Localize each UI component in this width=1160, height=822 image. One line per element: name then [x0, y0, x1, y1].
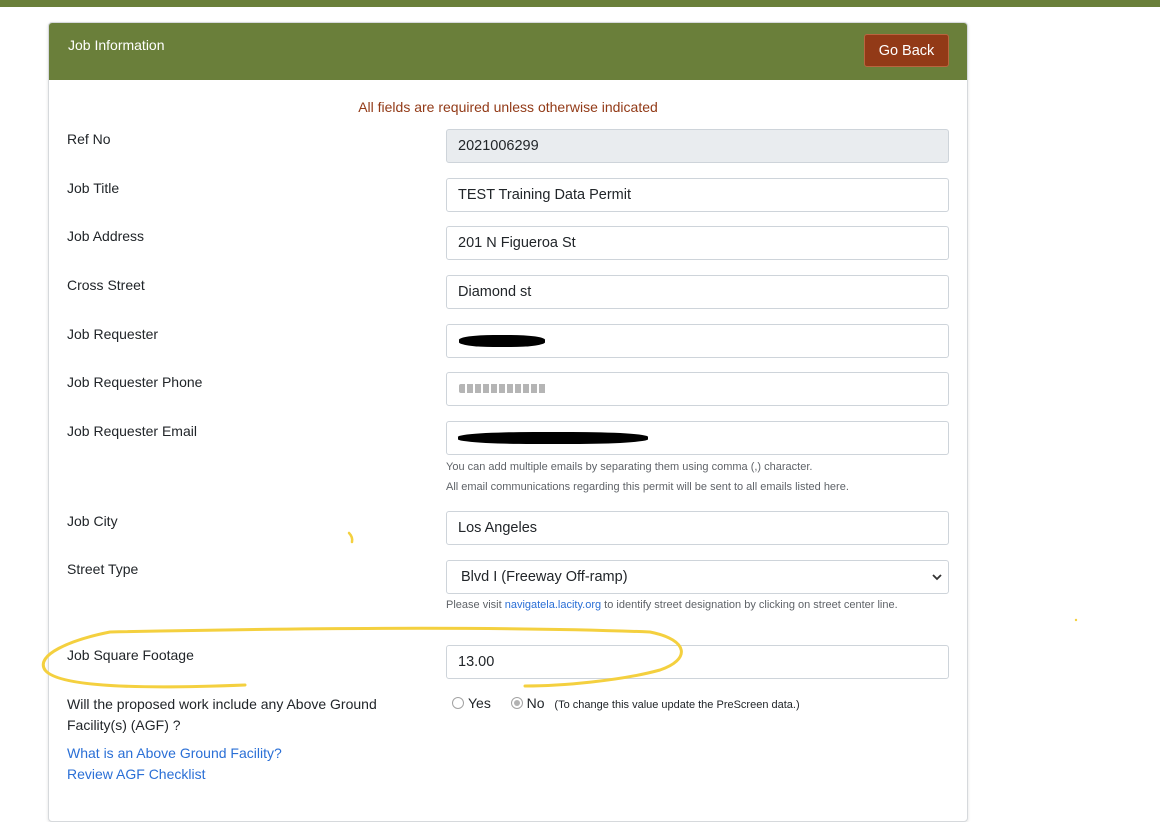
cross-street-label: Cross Street [67, 277, 145, 293]
ref-no-field [446, 129, 949, 163]
email-help-text: All email communications regarding this … [446, 481, 849, 493]
agf-note: (To change this value update the PreScre… [554, 699, 800, 711]
agf-yes-label: Yes [468, 695, 491, 711]
street-type-select[interactable]: Blvd I (Freeway Off-ramp) [446, 560, 949, 594]
job-square-footage-input[interactable] [446, 645, 949, 679]
job-city-input[interactable] [446, 511, 949, 545]
job-title-input[interactable] [446, 178, 949, 212]
agf-no-label: No [526, 695, 545, 711]
redaction-mark [458, 432, 648, 444]
agf-no-radio[interactable] [510, 697, 523, 710]
card-header: Job Information Go Back [49, 23, 967, 80]
street-type-help: Please visit navigatela.lacity.org to id… [446, 597, 946, 614]
review-agf-checklist-link[interactable]: Review AGF Checklist [67, 764, 205, 785]
top-nav-bar [0, 0, 1160, 7]
agf-radio-group: Yes No (To change this value update the … [452, 695, 800, 711]
street-type-selected: Blvd I (Freeway Off-ramp) [461, 569, 628, 585]
agf-yes-radio[interactable] [452, 697, 464, 710]
job-square-footage-label: Job Square Footage [67, 647, 194, 663]
job-title-label: Job Title [67, 180, 120, 196]
email-help-text: You can add multiple emails by separatin… [446, 461, 813, 473]
chevron-down-icon [932, 574, 942, 581]
job-requester-label: Job Requester [67, 326, 159, 342]
job-information-card: Job Information Go Back All fields are r… [48, 22, 968, 822]
job-address-input[interactable] [446, 226, 949, 260]
redaction-mark [459, 384, 547, 393]
street-type-help-suffix: to identify street designation by clicki… [604, 599, 898, 611]
cross-street-input[interactable] [446, 275, 949, 309]
job-address-label: Job Address [67, 228, 145, 244]
agf-question-label: Will the proposed work include any Above… [67, 696, 377, 712]
go-back-button[interactable]: Go Back [864, 34, 949, 67]
required-fields-note: All fields are required unless otherwise… [358, 99, 658, 115]
street-type-label: Street Type [67, 561, 139, 577]
job-requester-email-label: Job Requester Email [67, 423, 197, 439]
job-city-label: Job City [67, 513, 118, 529]
agf-question-label: Facility(s) (AGF) ? [67, 717, 181, 733]
ref-no-label: Ref No [67, 131, 111, 147]
navigatela-link[interactable]: navigatela.lacity.org [505, 599, 601, 611]
what-is-agf-link[interactable]: What is an Above Ground Facility? [67, 743, 282, 764]
card-title: Job Information [68, 37, 165, 53]
street-type-help-prefix: Please visit [446, 599, 502, 611]
job-requester-phone-label: Job Requester Phone [67, 374, 203, 390]
redaction-mark [459, 335, 545, 347]
